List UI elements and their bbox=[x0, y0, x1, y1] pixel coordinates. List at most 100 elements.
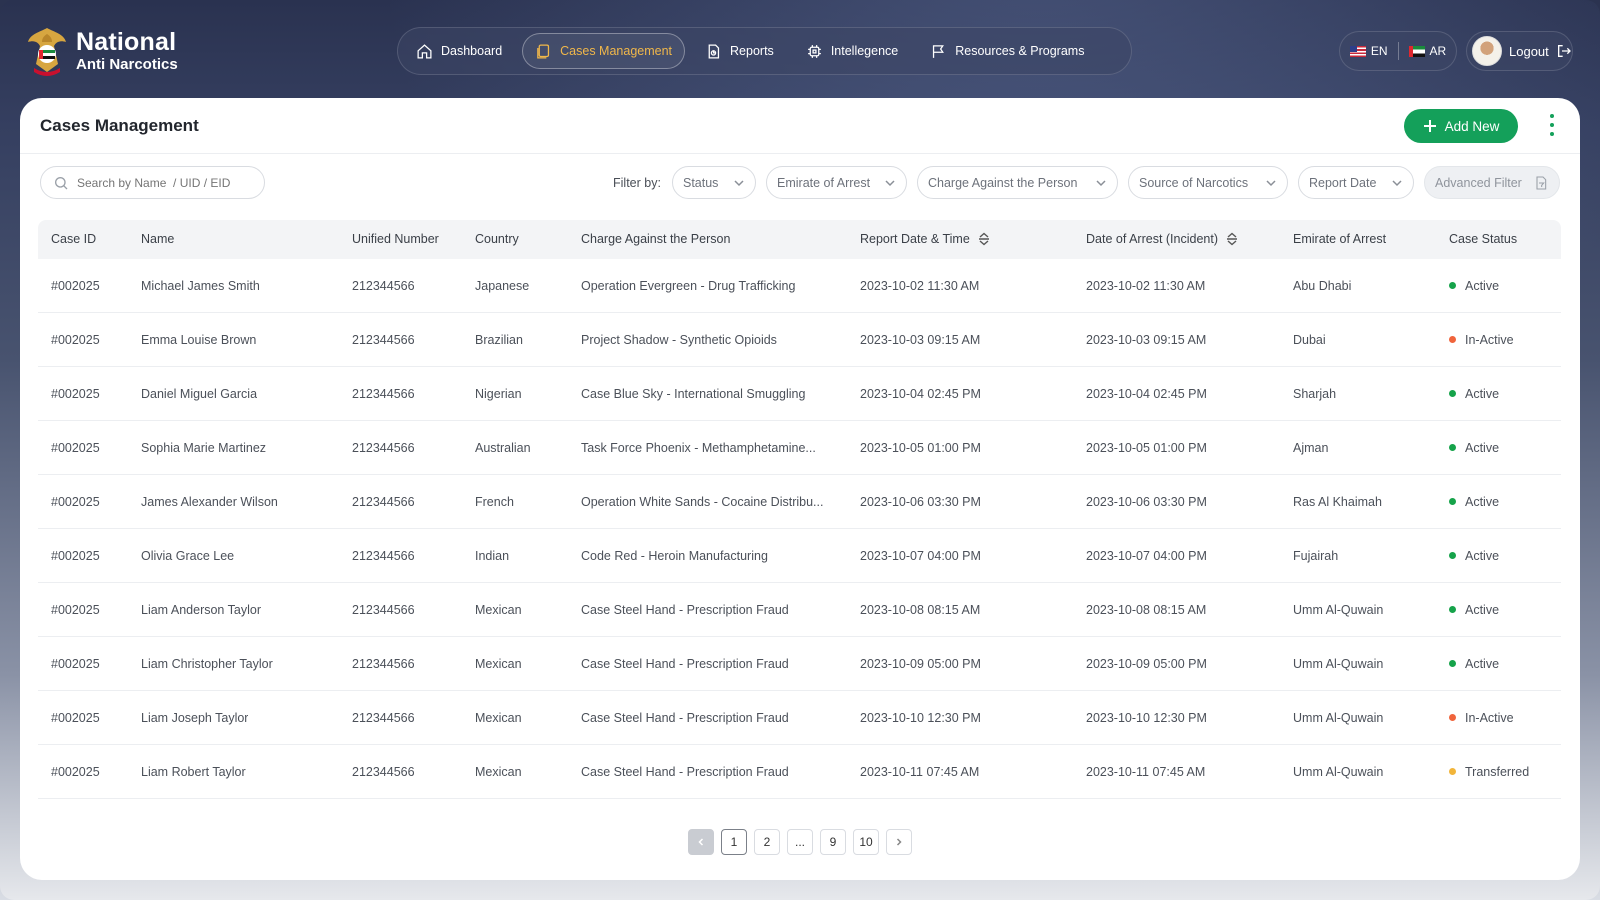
cell-name: Olivia Grace Lee bbox=[141, 549, 235, 563]
main-nav: Dashboard Cases Management Reports Intel… bbox=[397, 27, 1132, 75]
logout-icon bbox=[1557, 45, 1571, 57]
pagination: 1 2 ... 9 10 bbox=[688, 829, 912, 855]
plus-icon bbox=[1423, 120, 1436, 132]
cell-charge: Case Steel Hand - Prescription Fraud bbox=[581, 765, 789, 779]
dropdown-label: Source of Narcotics bbox=[1139, 175, 1249, 190]
table-row[interactable]: #002025 Olivia Grace Lee 212344566 Indian Co… bbox=[38, 529, 1561, 583]
cell-arrest-dt: 2023-10-07 04:00 PM bbox=[1086, 549, 1207, 563]
col-arrest-date[interactable]: Date of Arrest (Incident) bbox=[1086, 232, 1239, 246]
emirate-filter-dropdown[interactable]: Emirate of Arrest bbox=[766, 166, 907, 199]
table-row[interactable]: #002025 Liam Christopher Taylor 212344566 M… bbox=[38, 637, 1561, 691]
nav-item-resources-programs[interactable]: Resources & Programs bbox=[918, 33, 1096, 69]
cell-report-dt: 2023-10-08 08:15 AM bbox=[860, 603, 981, 617]
page-button[interactable]: 2 bbox=[754, 829, 780, 855]
cell-case-id: #002025 bbox=[51, 549, 100, 563]
status-label: Active bbox=[1465, 387, 1500, 401]
next-page-button[interactable] bbox=[886, 829, 912, 855]
table-row[interactable]: #002025 Liam Joseph Taylor 212344566 Mexica… bbox=[38, 691, 1561, 745]
header-label: Country bbox=[475, 232, 519, 246]
table-row[interactable]: #002025 Daniel Miguel Garcia 212344566 Nige… bbox=[38, 367, 1561, 421]
charge-filter-dropdown[interactable]: Charge Against the Person bbox=[917, 166, 1118, 199]
sort-icon bbox=[1227, 232, 1238, 246]
lang-en-option[interactable]: EN bbox=[1349, 44, 1388, 58]
status-dot-icon bbox=[1449, 606, 1456, 613]
cell-case-id: #002025 bbox=[51, 441, 100, 455]
table-row[interactable]: #002025 James Alexander Wilson 212344566 Fr… bbox=[38, 475, 1561, 529]
cell-country: Mexican bbox=[475, 657, 522, 671]
chevron-left-icon bbox=[698, 838, 704, 846]
search-input[interactable] bbox=[77, 175, 247, 190]
logout-label: Logout bbox=[1509, 43, 1549, 59]
logout-button[interactable]: Logout bbox=[1466, 31, 1573, 71]
table-row[interactable]: #002025 Emma Louise Brown 212344566 Brazili… bbox=[38, 313, 1561, 367]
us-flag-icon bbox=[1349, 46, 1366, 58]
table-row[interactable]: #002025 Sophia Marie Martinez 212344566 Aus… bbox=[38, 421, 1561, 475]
table-row[interactable]: #002025 Liam Anderson Taylor 212344566 Mexi… bbox=[38, 583, 1561, 637]
cell-name: Michael James Smith bbox=[141, 279, 260, 293]
dropdown-label: Status bbox=[683, 175, 719, 190]
chevron-down-icon bbox=[885, 179, 895, 186]
table-header-row: Case ID Name Unified Number Country Char… bbox=[38, 220, 1561, 259]
cell-arrest-dt: 2023-10-10 12:30 PM bbox=[1086, 711, 1207, 725]
prev-page-button[interactable] bbox=[688, 829, 714, 855]
dropdown-label: Emirate of Arrest bbox=[777, 175, 871, 190]
col-report-date[interactable]: Report Date & Time bbox=[860, 232, 991, 246]
nav-item-reports[interactable]: Reports bbox=[693, 33, 786, 69]
report-date-filter-dropdown[interactable]: Report Date bbox=[1298, 166, 1414, 199]
status-label: Active bbox=[1465, 495, 1500, 509]
add-new-label: Add New bbox=[1444, 118, 1500, 134]
cases-card: Cases Management Add New Filter by: Stat… bbox=[20, 98, 1580, 880]
source-filter-dropdown[interactable]: Source of Narcotics bbox=[1128, 166, 1288, 199]
cell-case-id: #002025 bbox=[51, 657, 100, 671]
page-button[interactable]: 10 bbox=[853, 829, 879, 855]
status-dot-icon bbox=[1449, 552, 1456, 559]
cell-country: Mexican bbox=[475, 603, 522, 617]
falcon-emblem-icon bbox=[26, 24, 68, 78]
lang-en-label: EN bbox=[1370, 44, 1388, 58]
lang-ar-label: AR bbox=[1429, 44, 1447, 58]
status-label: In-Active bbox=[1465, 333, 1514, 347]
nav-label: Reports bbox=[730, 44, 774, 58]
cell-status: Active bbox=[1449, 657, 1499, 671]
table-row[interactable]: #002025 Michael James Smith 212344566 Japan… bbox=[38, 259, 1561, 313]
cell-report-dt: 2023-10-10 12:30 PM bbox=[860, 711, 981, 725]
advanced-filter-button[interactable]: Advanced Filter bbox=[1424, 166, 1560, 199]
cell-arrest-dt: 2023-10-02 11:30 AM bbox=[1086, 279, 1206, 293]
cell-unified: 212344566 bbox=[352, 603, 415, 617]
page-button[interactable]: 1 bbox=[721, 829, 747, 855]
filter-document-icon bbox=[1536, 175, 1547, 190]
cell-emirate: Dubai bbox=[1293, 333, 1326, 347]
home-icon bbox=[417, 43, 432, 59]
cell-emirate: Sharjah bbox=[1293, 387, 1337, 401]
cell-country: Japanese bbox=[475, 279, 530, 293]
cell-arrest-dt: 2023-10-04 02:45 PM bbox=[1086, 387, 1207, 401]
lang-divider bbox=[1397, 42, 1399, 60]
nav-item-cases-management[interactable]: Cases Management bbox=[522, 33, 686, 69]
cell-country: Indian bbox=[475, 549, 510, 563]
cell-country: Mexican bbox=[475, 711, 522, 725]
cell-status: Active bbox=[1449, 603, 1499, 617]
nav-label: Dashboard bbox=[441, 44, 503, 58]
more-options-icon[interactable] bbox=[1548, 114, 1556, 136]
page-button[interactable]: 9 bbox=[820, 829, 846, 855]
cases-table: Case ID Name Unified Number Country Char… bbox=[38, 220, 1561, 799]
cell-emirate: Umm Al-Quwain bbox=[1293, 765, 1384, 779]
language-switcher: EN AR bbox=[1339, 31, 1457, 71]
search-icon bbox=[55, 176, 68, 189]
nav-item-intelligence[interactable]: Intellegence bbox=[794, 33, 910, 69]
status-filter-dropdown[interactable]: Status bbox=[672, 166, 756, 199]
lang-ar-option[interactable]: AR bbox=[1408, 44, 1447, 58]
add-new-button[interactable]: Add New bbox=[1404, 109, 1518, 143]
col-charge: Charge Against the Person bbox=[581, 232, 730, 246]
header-label: Case Status bbox=[1449, 232, 1518, 246]
status-dot-icon bbox=[1449, 498, 1456, 505]
cell-charge: Code Red - Heroin Manufacturing bbox=[581, 549, 768, 563]
table-row[interactable]: #002025 Liam Robert Taylor 212344566 Mexica… bbox=[38, 745, 1561, 799]
col-emirate: Emirate of Arrest bbox=[1293, 232, 1386, 246]
nav-item-dashboard[interactable]: Dashboard bbox=[404, 33, 514, 69]
cell-country: French bbox=[475, 495, 514, 509]
cell-arrest-dt: 2023-10-03 09:15 AM bbox=[1086, 333, 1207, 347]
brand-logo[interactable]: National Anti Narcotics bbox=[26, 24, 178, 78]
cell-unified: 212344566 bbox=[352, 657, 415, 671]
cell-unified: 212344566 bbox=[352, 495, 415, 509]
